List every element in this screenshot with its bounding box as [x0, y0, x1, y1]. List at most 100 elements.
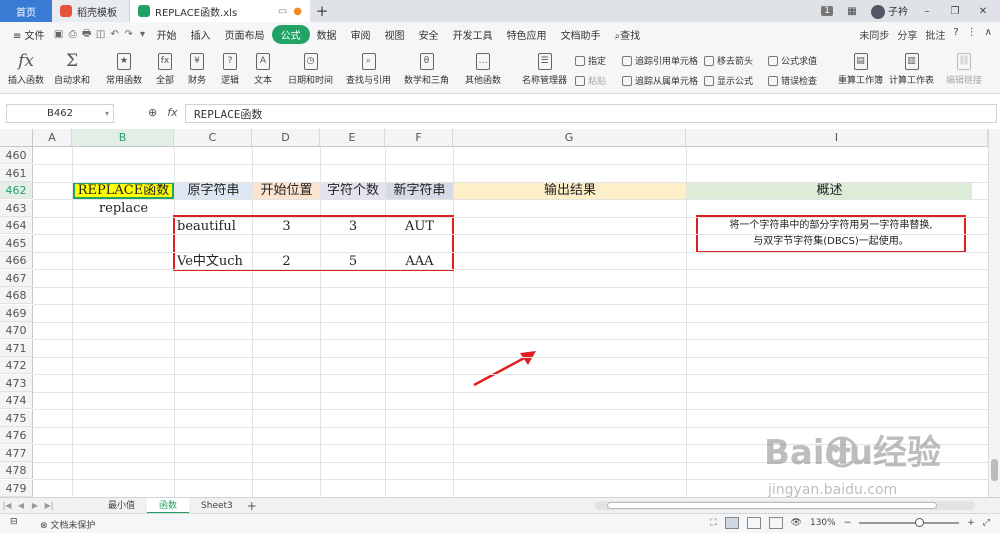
date-time-button[interactable]: ◷ 日期和时间	[288, 49, 333, 86]
zoom-in-icon[interactable]: +	[967, 518, 975, 528]
menu-features[interactable]: 特色应用	[500, 27, 554, 42]
monitor-icon[interactable]: ▭	[278, 6, 287, 17]
trace-dependents-button[interactable]: 追踪从属单元格	[622, 74, 698, 87]
row-header-470[interactable]: 470	[0, 322, 33, 339]
column-header-f[interactable]: F	[385, 129, 453, 147]
menu-security[interactable]: 安全	[412, 27, 446, 42]
grid-view-icon[interactable]: ▦	[843, 6, 861, 17]
preview-icon[interactable]: ◫	[94, 29, 108, 40]
common-functions-button[interactable]: ★ 常用函数	[106, 49, 142, 86]
sheet-tab-functions[interactable]: 函数	[147, 497, 190, 514]
row-header-461[interactable]: 461	[0, 164, 33, 182]
next-sheet-icon[interactable]: ▶	[28, 501, 42, 510]
financial-button[interactable]: ¥ 财务	[188, 49, 206, 86]
tab-home[interactable]: 首页	[0, 0, 52, 22]
text-functions-button[interactable]: A 文本	[254, 49, 272, 86]
document-protection-status[interactable]: ⊗ 文档未保护	[40, 518, 95, 531]
column-header-d[interactable]: D	[252, 129, 320, 147]
page-break-view-icon[interactable]	[768, 517, 783, 529]
calc-sheet-button[interactable]: ▥ 计算工作表	[889, 49, 934, 86]
minimize-icon[interactable]: –	[918, 6, 936, 17]
menu-insert[interactable]: 插入	[184, 27, 218, 42]
last-sheet-icon[interactable]: ▶|	[42, 501, 56, 510]
menu-developer[interactable]: 开发工具	[446, 27, 500, 42]
menu-doc-assistant[interactable]: 文档助手	[554, 27, 608, 42]
sheet-tab-min[interactable]: 最小值	[96, 498, 147, 514]
row-header-469[interactable]: 469	[0, 304, 33, 322]
expand-icon[interactable]: ⤢	[983, 518, 990, 528]
remove-arrows-button[interactable]: 移去箭头	[704, 54, 753, 67]
cell-c462[interactable]: 原字符串	[175, 182, 252, 199]
define-button[interactable]: 指定	[575, 54, 606, 67]
insert-function-icon[interactable]: fx	[167, 106, 177, 119]
all-functions-button[interactable]: fx 全部	[156, 49, 174, 86]
autosum-button[interactable]: Σ 自动求和	[54, 49, 90, 86]
zoom-icon[interactable]: ⊕	[148, 106, 157, 119]
cell-f462[interactable]: 新字符串	[386, 182, 453, 199]
row-header-473[interactable]: 473	[0, 374, 33, 392]
insert-function-button[interactable]: fx 插入函数	[8, 49, 44, 86]
sync-button[interactable]: 未同步	[859, 27, 889, 42]
cell-b463[interactable]: replace	[73, 200, 174, 217]
more-options-icon[interactable]: ⋮	[967, 27, 977, 42]
edit-links-button[interactable]: ⛓ 编辑链接	[946, 49, 982, 86]
lookup-reference-button[interactable]: ⌕ 查找与引用	[346, 49, 391, 86]
zoom-slider[interactable]	[859, 518, 960, 527]
share-button[interactable]: 分享	[897, 27, 917, 42]
cell-e462[interactable]: 字符个数	[321, 182, 385, 199]
formula-input[interactable]: REPLACE函数	[185, 104, 997, 123]
user-menu[interactable]: 子衿	[871, 3, 908, 19]
cell-g462[interactable]: 输出结果	[454, 182, 686, 199]
redo-icon[interactable]: ↷	[122, 29, 136, 40]
page-count-badge[interactable]: 1	[821, 6, 833, 16]
column-header-i[interactable]: I	[686, 129, 988, 147]
undo-icon[interactable]: ↶	[108, 29, 122, 40]
row-header-474[interactable]: 474	[0, 392, 33, 409]
more-functions-button[interactable]: … 其他函数	[465, 49, 501, 86]
menu-file[interactable]: ≡ 文件	[6, 27, 52, 42]
restore-icon[interactable]: ❐	[946, 6, 964, 17]
prev-sheet-icon[interactable]: ◀	[14, 501, 28, 510]
math-trig-button[interactable]: θ 数学和三角	[404, 49, 449, 86]
menu-search[interactable]: ⌕查找	[608, 27, 648, 42]
row-header-466[interactable]: 466	[0, 252, 33, 269]
zoom-slider-knob[interactable]	[915, 518, 925, 527]
column-header-a[interactable]: A	[33, 129, 72, 147]
row-header-477[interactable]: 477	[0, 444, 33, 462]
cell-b462[interactable]: REPLACE函数	[73, 182, 174, 199]
row-header-468[interactable]: 468	[0, 287, 33, 304]
column-header-b[interactable]: B	[72, 129, 174, 147]
row-header-479[interactable]: 479	[0, 479, 33, 497]
collapse-ribbon-icon[interactable]: ∧	[985, 27, 992, 42]
logical-button[interactable]: ? 逻辑	[221, 49, 239, 86]
row-header-471[interactable]: 471	[0, 339, 33, 357]
more-icon[interactable]: ▾	[136, 29, 150, 40]
select-all-corner[interactable]	[0, 129, 33, 147]
cell-d462[interactable]: 开始位置	[253, 182, 320, 199]
menu-data[interactable]: 数据	[310, 27, 344, 42]
menu-review[interactable]: 审阅	[344, 27, 378, 42]
name-box[interactable]: B462 ▾	[6, 104, 114, 123]
row-header-472[interactable]: 472	[0, 357, 33, 374]
menu-home[interactable]: 开始	[150, 27, 184, 42]
row-header-476[interactable]: 476	[0, 427, 33, 444]
name-manager-button[interactable]: ☰ 名称管理器	[522, 49, 567, 86]
unsaved-dot-icon[interactable]: ●	[293, 6, 302, 17]
row-header-475[interactable]: 475	[0, 409, 33, 427]
comment-button[interactable]: 批注	[925, 27, 945, 42]
page-layout-view-icon[interactable]	[746, 517, 761, 529]
menu-formulas[interactable]: 公式	[271, 24, 310, 44]
status-menu-icon[interactable]: ⊟	[10, 517, 18, 527]
evaluate-formula-button[interactable]: 公式求值	[768, 54, 817, 67]
tab-templates[interactable]: 稻壳模板	[52, 0, 130, 22]
save-icon[interactable]: ▣	[52, 29, 66, 40]
horizontal-scrollbar[interactable]	[595, 501, 975, 510]
row-header-465[interactable]: 465	[0, 234, 33, 252]
menu-view[interactable]: 视图	[378, 27, 412, 42]
first-sheet-icon[interactable]: |◀	[0, 501, 14, 510]
menu-page-layout[interactable]: 页面布局	[218, 27, 272, 42]
error-check-button[interactable]: 错误检查	[768, 74, 817, 87]
add-tab-button[interactable]: +	[310, 0, 334, 22]
add-sheet-button[interactable]: +	[245, 499, 259, 513]
recalc-workbook-button[interactable]: ▤ 重算工作簿	[838, 49, 883, 86]
